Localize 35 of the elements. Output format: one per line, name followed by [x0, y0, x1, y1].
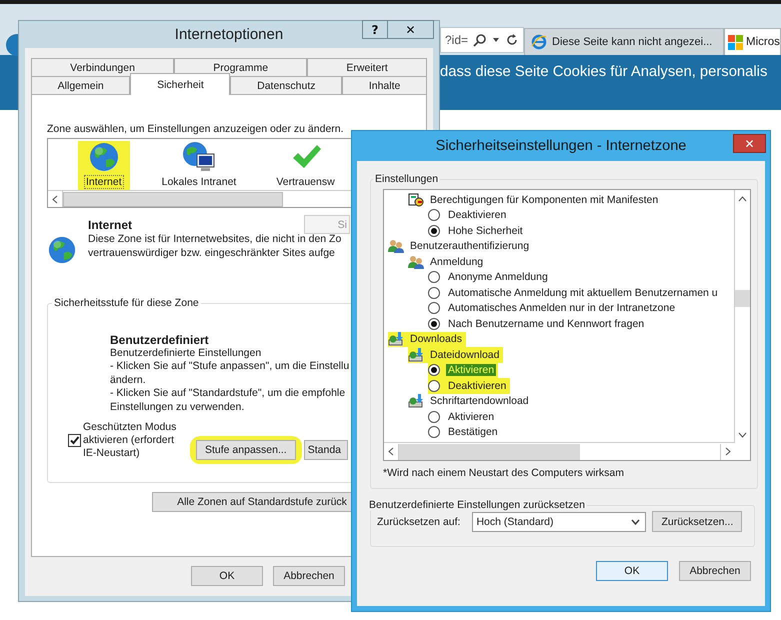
option-label: Nach Benutzername und Kennwort fragen: [447, 318, 646, 330]
zone-label: Vertrauensw: [275, 175, 336, 189]
option-label: Anonyme Anmeldung: [447, 271, 549, 284]
category-label: Dateidownload: [429, 348, 500, 361]
category-label: Benutzerauthentifizierung: [409, 240, 530, 252]
category-label: Downloads: [409, 333, 463, 346]
category-label: Schriftartendownload: [429, 395, 530, 408]
field-label: Zurücksetzen auf:: [377, 516, 460, 528]
tab-label: Micros: [746, 36, 780, 48]
group-title: Einstellungen: [374, 173, 440, 185]
address-text: ?id=: [445, 33, 468, 47]
option-label: Deaktivieren: [447, 380, 508, 392]
option-label: Bestätigen: [447, 426, 499, 438]
option-label: Hohe Sicherheit: [447, 224, 524, 237]
instruction-text: Zone auswählen, um Einstellungen anzuzeigen oder zu ändern.: [47, 123, 345, 135]
option-label: Automatisches Anmelden nur in der Intranetzone: [447, 302, 676, 314]
option-label: Aktivieren: [446, 364, 496, 376]
footnote: *Wird nach einem Neustart des Computers wirksam: [383, 467, 625, 479]
zone-description: Diese Zone ist für Internetwebsites, die nicht in den Zo vertrauenswürdiger bzw. eingeschränkter Sites aufge: [88, 232, 342, 260]
category-label: Anmeldung: [429, 256, 484, 268]
option-label: Aktivieren: [447, 410, 496, 423]
zone-label: Lokales Intranet: [160, 175, 238, 189]
window-title: Internetoptionen: [174, 26, 284, 43]
option-label: Automatische Anmeldung mit aktuellem Benutzernamen u: [447, 286, 719, 299]
level-name: Benutzerdefiniert: [110, 333, 210, 347]
banner-text: dass diese Seite Cookies für Analysen, personalis: [440, 64, 768, 80]
checkbox-label: Geschützten Modus aktivieren (erfordert IE-Neustart): [83, 421, 176, 460]
group-title: Sicherheitsstufe für diese Zone: [53, 297, 200, 309]
category-label: Berechtigungen für Komponenten mit Manifesten: [429, 194, 660, 206]
window-title: Sicherheitseinstellungen - Internetzone: [436, 138, 686, 154]
zone-label: Internet: [84, 175, 124, 189]
level-description: Benutzerdefinierte Einstellungen - Klicken Sie auf "Stufe anpassen", um die Einstellu ändern. - Klicken Sie auf "Standardstufe", um die empfohle Einstellungen zu verwenden.: [110, 347, 350, 414]
option-label: Deaktivieren: [447, 209, 508, 222]
tab-label: Diese Seite kann nicht angezei...: [552, 36, 712, 48]
zone-name: Internet: [88, 218, 132, 232]
